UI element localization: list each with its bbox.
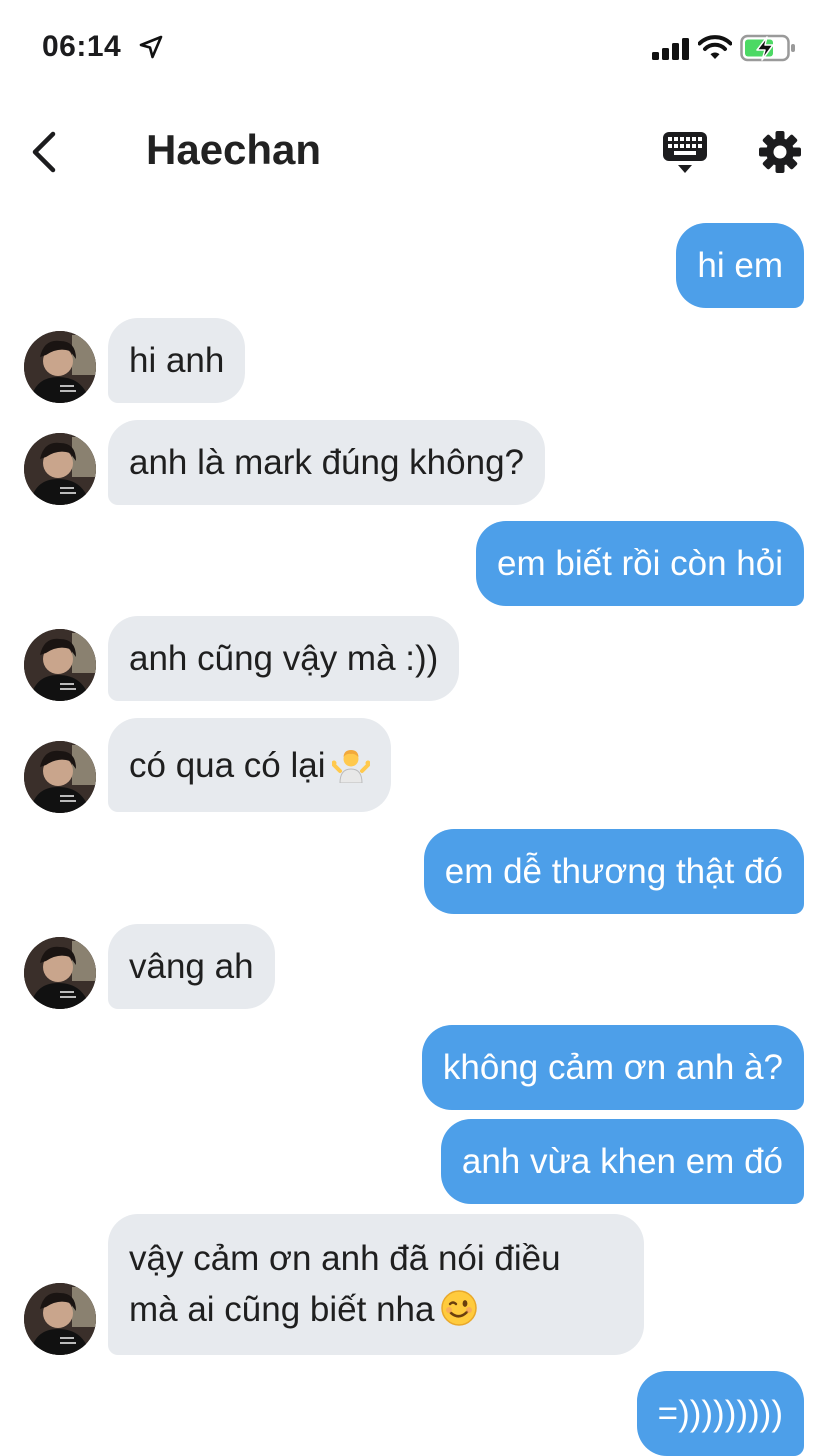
message-text: hi anh <box>129 341 225 380</box>
status-time: 06:14 <box>42 30 122 63</box>
location-arrow-icon <box>139 35 163 59</box>
message-bubble-incoming[interactable]: vậy cảm ơn anh đã nói điều mà ai cũng bi… <box>108 1214 644 1355</box>
avatar[interactable] <box>24 1283 96 1355</box>
message-text: có qua có lại <box>129 746 326 785</box>
message-text: =))))))))) <box>657 1394 783 1433</box>
message-bubble-outgoing[interactable]: em dễ thương thật đó <box>423 829 804 914</box>
avatar[interactable] <box>24 741 96 813</box>
wifi-icon <box>698 35 732 59</box>
message-bubble-outgoing[interactable]: em biết rồi còn hỏi <box>476 521 804 606</box>
message-text-line: mà ai cũng biết nha <box>129 1290 435 1329</box>
battery-charging-icon <box>740 34 795 62</box>
avatar[interactable] <box>24 433 96 505</box>
avatar[interactable] <box>24 629 96 701</box>
message-bubble-incoming[interactable]: vâng ah <box>108 924 275 1009</box>
person-shrugging-emoji-icon <box>331 750 370 783</box>
message-text: vâng ah <box>129 947 254 986</box>
status-bar: 06:14 <box>0 0 828 96</box>
signal-icon <box>652 38 689 60</box>
message-text: em biết rồi còn hỏi <box>497 544 783 583</box>
message-bubble-incoming[interactable]: có qua có lại <box>108 718 391 812</box>
message-bubble-outgoing[interactable]: hi em <box>676 223 804 308</box>
winking-face-emoji-icon <box>441 1290 478 1326</box>
chat-title: Haechan <box>146 126 322 173</box>
message-text: không cảm ơn anh à? <box>442 1048 783 1087</box>
message-text: hi em <box>697 246 783 285</box>
message-bubble-outgoing[interactable]: anh vừa khen em đó <box>440 1119 804 1204</box>
message-text: anh vừa khen em đó <box>461 1142 783 1181</box>
message-bubble-incoming[interactable]: hi anh <box>108 318 246 403</box>
message-bubble-incoming[interactable]: anh cũng vậy mà :)) <box>108 616 460 701</box>
message-bubble-outgoing[interactable]: không cảm ơn anh à? <box>421 1025 804 1110</box>
message-text: em dễ thương thật đó <box>444 852 783 891</box>
avatar[interactable] <box>24 331 96 403</box>
message-bubble-outgoing[interactable]: =))))))))) <box>636 1371 804 1456</box>
gear-icon[interactable] <box>758 130 802 174</box>
message-text: anh cũng vậy mà :)) <box>129 639 439 678</box>
back-button[interactable] <box>26 128 66 176</box>
message-bubble-incoming[interactable]: anh là mark đúng không? <box>108 420 545 505</box>
chat-header: Haechan <box>0 100 828 204</box>
avatar[interactable] <box>24 937 96 1009</box>
keyboard-icon[interactable] <box>662 130 708 176</box>
message-text-line: vậy cảm ơn anh đã nói điều <box>129 1239 561 1278</box>
message-text: anh là mark đúng không? <box>129 443 524 482</box>
